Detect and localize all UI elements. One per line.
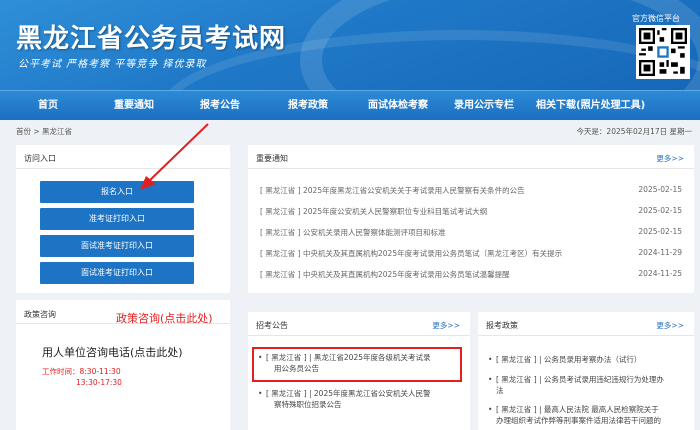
notice-row[interactable]: [ 黑龙江省 ] 2025年度公安机关人民警察职位专业科目笔试考试大纲 2025… [260, 206, 682, 220]
panel-header: 招考公告 更多>> [248, 312, 470, 336]
policy-item[interactable]: • [ 黑龙江省 ] | 公务员录用考察办法（试行） [488, 354, 692, 365]
notice-row[interactable]: [ 黑龙江省 ] 2025年度黑龙江省公安机关关于考试录用人民警察有关条件的公告… [260, 185, 682, 199]
panel-title: 政策咨询 [24, 310, 56, 319]
site-slogan: 公平考试 严格考察 平等竞争 择优录取 [18, 59, 207, 70]
notice-date: 2025-02-15 [638, 185, 682, 194]
bullet-icon: • [488, 405, 493, 414]
policy-item[interactable]: • [ 黑龙江省 ] | 公务员考试录用违纪违规行为处理办 法 [488, 374, 692, 396]
main-nav: 首页 重要通知 报考公告 报考政策 面试体检考察 录用公示专栏 相关下载(照片处… [0, 90, 700, 120]
panel-title: 访问入口 [24, 154, 56, 163]
notice-title: [ 黑龙江省 ] 中央机关及其直属机构2025年度考试录用公务员笔试（黑龙江考区… [260, 249, 563, 258]
notice-date: 2025-02-15 [638, 227, 682, 236]
bullet-icon: • [488, 355, 493, 364]
policy-item-line: [ 黑龙江省 ] | 公务员考试录用违纪违规行为处理办 [496, 375, 664, 384]
notices-more-link[interactable]: 更多>> [656, 153, 684, 164]
recruit-item-line: 察特殊职位招录公告 [274, 400, 342, 409]
site-banner: 黑龙江省公务员考试网 公平考试 严格考察 平等竞争 择优录取 官方微信平台 [0, 0, 700, 90]
nav-item-downloads[interactable]: 相关下载(照片处理工具) [536, 91, 645, 121]
interview-admission-print-button[interactable]: 面试准考证打印入口 [40, 235, 194, 257]
nav-item-hiring-publicity[interactable]: 录用公示专栏 [454, 91, 514, 121]
panel-header: 重要通知 更多>> [248, 145, 694, 169]
nav-item-important-notices[interactable]: 重要通知 [114, 91, 154, 121]
panel-header: 报考政策 更多>> [478, 312, 694, 336]
notice-title: [ 黑龙江省 ] 中央机关及其直属机构2025年度考试录用公务员笔试温馨提醒 [260, 270, 510, 279]
policy-consult-link[interactable]: 政策咨询(点击此处) [116, 310, 213, 326]
panel-title: 重要通知 [256, 154, 288, 163]
recruit-item[interactable]: • [ 黑龙江省 ] | 2025年度黑龙江省公安机关人民警 察特殊职位招录公告 [258, 388, 464, 410]
notice-title: [ 黑龙江省 ] 公安机关录用人民警察体能测评项目和标准 [260, 228, 446, 237]
policy-item-line: 办理组织考试作弊等刑事案件适用法律若干问题的 [496, 416, 661, 425]
policy-more-link[interactable]: 更多>> [656, 320, 684, 331]
recruit-more-link[interactable]: 更多>> [432, 320, 460, 331]
interview-admission-print-button-2[interactable]: 面试准考证打印入口 [40, 262, 194, 284]
policy-item-line: [ 黑龙江省 ] | 公务员录用考察办法（试行） [496, 355, 642, 364]
notices-panel: 重要通知 更多>> [ 黑龙江省 ] 2025年度黑龙江省公安机关关于考试录用人… [248, 145, 694, 293]
nav-item-policy[interactable]: 报考政策 [288, 91, 328, 121]
notice-title: [ 黑龙江省 ] 2025年度公安机关人民警察职位专业科目笔试考试大纲 [260, 207, 488, 216]
bullet-icon: • [488, 375, 493, 384]
notice-date: 2024-11-25 [638, 269, 682, 278]
wechat-label: 官方微信平台 [632, 14, 680, 23]
panel-title: 招考公告 [256, 321, 288, 330]
panel-title: 报考政策 [486, 321, 518, 330]
annotation-arrow [140, 123, 209, 190]
today-date: 今天是：2025年02月17日 星期一 [576, 127, 692, 136]
highlight-annotation-box [252, 347, 462, 382]
bullet-icon: • [258, 389, 263, 398]
notice-row[interactable]: [ 黑龙江省 ] 中央机关及其直属机构2025年度考试录用公务员笔试温馨提醒 2… [260, 269, 682, 283]
site-title: 黑龙江省公务员考试网 [16, 24, 287, 54]
recruit-item-line: [ 黑龙江省 ] | 2025年度黑龙江省公安机关人民警 [266, 389, 431, 398]
notice-row[interactable]: [ 黑龙江省 ] 公安机关录用人民警察体能测评项目和标准 2025-02-15 [260, 227, 682, 241]
employer-consult-link[interactable]: 用人单位咨询电话(点击此处) [42, 344, 183, 360]
breadcrumb: 首份 > 黑龙江省 [16, 127, 73, 136]
nav-item-home[interactable]: 首页 [38, 91, 58, 121]
notice-row[interactable]: [ 黑龙江省 ] 中央机关及其直属机构2025年度考试录用公务员笔试（黑龙江考区… [260, 248, 682, 262]
policy-item-line: 法 [496, 386, 504, 395]
work-hours-am: 工作时间：8:30-11:30 [42, 367, 121, 376]
policy-item[interactable]: • [ 黑龙江省 ] | 最高人民法院 最高人民检察院关于 办理组织考试作弊等刑… [488, 404, 692, 426]
wechat-qr-code [636, 25, 690, 79]
policy-item-line: [ 黑龙江省 ] | 最高人民法院 最高人民检察院关于 [496, 405, 659, 414]
notice-date: 2024-11-29 [638, 248, 682, 257]
nav-item-recruit-announcements[interactable]: 报考公告 [200, 91, 240, 121]
work-hours-pm: 13:30-17:30 [76, 378, 122, 387]
notice-date: 2025-02-15 [638, 206, 682, 215]
admission-print-button[interactable]: 准考证打印入口 [40, 208, 194, 230]
qr-code-icon [639, 28, 687, 76]
notice-title: [ 黑龙江省 ] 2025年度黑龙江省公安机关关于考试录用人民警察有关条件的公告 [260, 186, 525, 195]
nav-item-interview[interactable]: 面试体检考察 [368, 91, 428, 121]
